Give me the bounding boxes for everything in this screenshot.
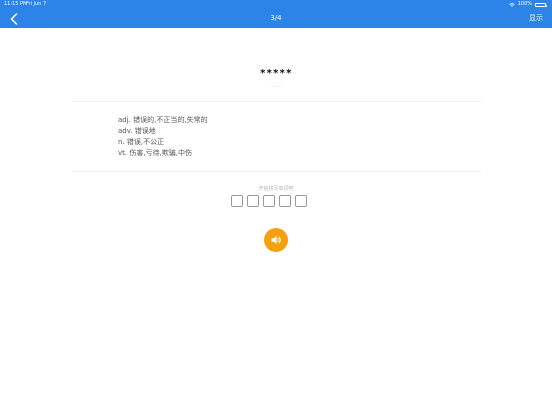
top-bar: 11:15 PM Fri Jun 7 100% 3/4 显示 (0, 0, 552, 28)
divider (73, 171, 481, 172)
meaning-adv: adv. 错误地 (118, 127, 156, 135)
letter-input-group (231, 195, 307, 207)
letter-box-3[interactable] (263, 195, 275, 207)
speaker-icon (271, 236, 281, 244)
wifi-icon (509, 2, 515, 7)
show-answer-button[interactable]: 显示 (529, 9, 543, 28)
battery-percent: 100% (517, 1, 532, 7)
spelling-hint: 开始拼写单词吧 (258, 186, 294, 192)
progress-title: 3/4 (270, 14, 282, 22)
meaning-verb: vt. 伤害,亏待,欺骗,中伤 (118, 149, 193, 157)
battery-icon (535, 2, 547, 7)
meaning-noun: n. 错误,不公正 (118, 138, 165, 146)
meaning-adj: adj. 错误的,不正当的,失常的 (118, 116, 208, 124)
letter-box-2[interactable] (247, 195, 259, 207)
status-date: Fri Jun 7 (26, 1, 47, 7)
letter-box-5[interactable] (295, 195, 307, 207)
play-audio-button[interactable] (264, 228, 288, 252)
masked-word: ***** (259, 68, 293, 79)
letter-box-4[interactable] (279, 195, 291, 207)
status-time: 11:15 PM (4, 1, 28, 7)
navigation-bar: 3/4 显示 (0, 9, 552, 28)
phonetic-placeholder: ········ (270, 84, 282, 89)
status-indicators: 100% (509, 0, 547, 9)
letter-box-1[interactable] (231, 195, 243, 207)
meanings-list: adj. 错误的,不正当的,失常的 adv. 错误地 n. 错误,不公正 vt.… (118, 115, 208, 159)
status-bar: 11:15 PM Fri Jun 7 100% (0, 0, 552, 9)
divider (73, 101, 481, 102)
